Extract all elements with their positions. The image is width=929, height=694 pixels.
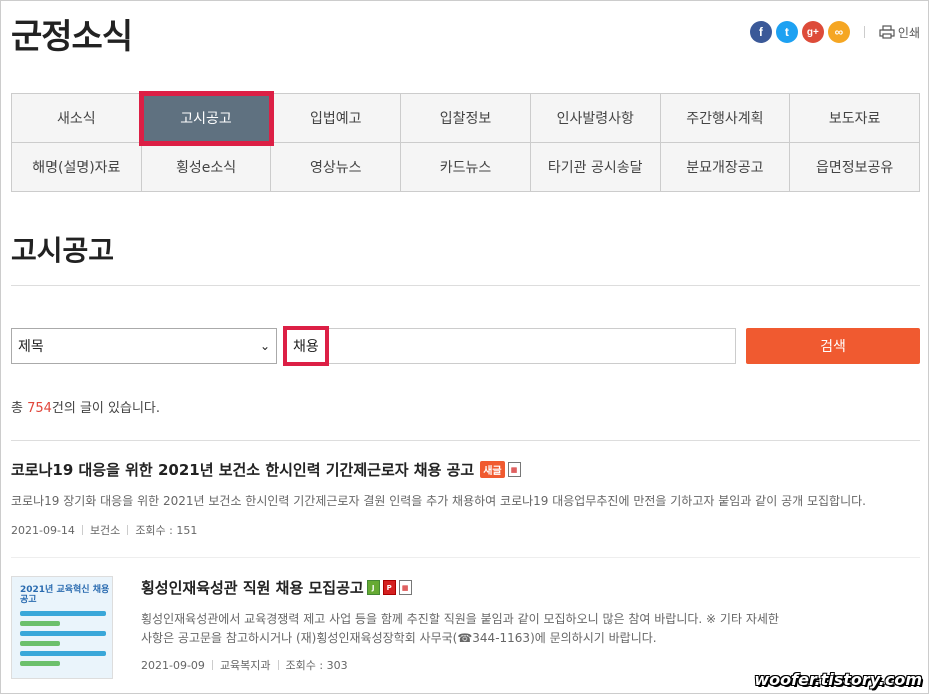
file-attachment-icon[interactable]: ▦: [398, 580, 412, 595]
post-meta: 2021-09-09 교육복지과 조회수 : 303: [141, 657, 348, 673]
nav-item-public-service[interactable]: 타기관 공시송달: [530, 143, 661, 192]
search-query: 채용: [283, 326, 329, 366]
jpg-file-icon[interactable]: J: [366, 580, 380, 595]
googleplus-icon[interactable]: g+: [801, 21, 824, 43]
divider: [863, 26, 865, 38]
post-meta: 2021-09-14 보건소 조회수 : 151: [11, 522, 197, 538]
share-bar: f t g+ ∞ 인쇄: [749, 21, 920, 43]
new-badge: 새글: [480, 461, 505, 478]
nav-item-bid[interactable]: 입찰정보: [401, 94, 531, 143]
nav-item-legislation[interactable]: 입법예고: [271, 94, 402, 143]
print-label: 인쇄: [897, 25, 920, 40]
site-title: 군정소식: [11, 17, 133, 57]
link-icon[interactable]: ∞: [827, 21, 850, 43]
nav-item-video[interactable]: 영상뉴스: [271, 143, 402, 192]
thumbnail-text: 2021년 교육혁신 채용공고: [20, 585, 110, 605]
twitter-icon[interactable]: t: [775, 21, 798, 43]
search-field-value: 제목: [18, 339, 44, 355]
nav-item-explanation[interactable]: 해명(설명)자료: [12, 143, 142, 192]
nav-item-notice[interactable]: 고시공고: [138, 91, 275, 146]
search-button[interactable]: 검색: [746, 328, 920, 364]
result-count: 총 754건의 글이 있습니다.: [11, 401, 160, 416]
nav-item-cardnews[interactable]: 카드뉴스: [401, 143, 531, 192]
post-views: 조회수 : 151: [135, 524, 198, 537]
post-date: 2021-09-09: [141, 658, 205, 672]
pdf-file-icon[interactable]: P: [382, 580, 396, 595]
post-date: 2021-09-14: [11, 523, 75, 537]
facebook-icon[interactable]: f: [749, 21, 772, 43]
nav-item-grave[interactable]: 분묘개장공고: [660, 143, 791, 192]
print-button[interactable]: 인쇄: [879, 24, 920, 41]
divider: [11, 557, 920, 558]
divider: [11, 285, 920, 286]
chevron-down-icon: ⌄: [259, 339, 270, 353]
post-description: 횡성인재육성관에서 교육경쟁력 제고 사업 등을 함께 추진할 직원을 붙임과 …: [141, 612, 779, 645]
file-attachment-icon[interactable]: ▦: [507, 462, 521, 477]
post-dept: 교육복지과: [219, 659, 271, 672]
post-dept: 보건소: [89, 524, 121, 537]
search-input[interactable]: 채용: [283, 326, 736, 366]
post-views: 조회수 : 303: [285, 659, 348, 672]
search-form: 제목 ⌄ 채용 검색: [11, 326, 920, 366]
post-description: 코로나19 장기화 대응을 위한 2021년 보건소 한시인력 기간제근로자 결…: [11, 494, 866, 508]
search-field-select[interactable]: 제목 ⌄: [11, 328, 277, 364]
nav-item-town-info[interactable]: 읍면정보공유: [790, 143, 920, 192]
printer-icon: [879, 25, 895, 39]
nav-item-news[interactable]: 새소식: [12, 94, 142, 143]
post-title-link[interactable]: 코로나19 대응을 위한 2021년 보건소 한시인력 기간제근로자 채용 공고…: [11, 459, 521, 480]
page-title: 고시공고: [11, 234, 115, 267]
nav-item-personnel[interactable]: 인사발령사항: [530, 94, 661, 143]
post-thumbnail[interactable]: 2021년 교육혁신 채용공고: [11, 576, 113, 679]
post-title-link[interactable]: 횡성인재육성관 직원 채용 모집공고 J P ▦: [141, 577, 412, 598]
nav-item-press[interactable]: 보도자료: [790, 94, 920, 143]
result-count-number: 754: [27, 401, 52, 416]
divider: [11, 440, 920, 441]
nav-item-weekly-events[interactable]: 주간행사계획: [660, 94, 791, 143]
watermark: woofer.tistory.com: [754, 670, 922, 689]
nav-item-enews[interactable]: 횡성e소식: [141, 143, 272, 192]
category-nav: 새소식 고시공고 입법예고 입찰정보 인사발령사항 주간행사계획 보도자료 해명…: [11, 91, 920, 192]
